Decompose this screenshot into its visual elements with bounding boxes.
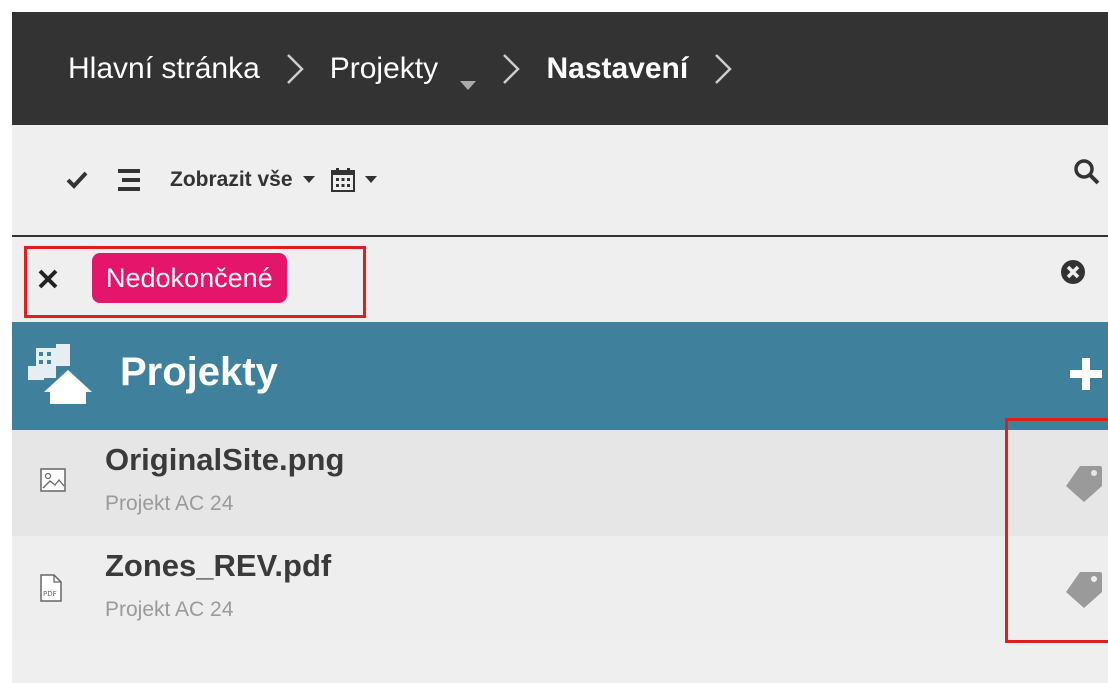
chevron-right-icon xyxy=(500,51,522,87)
projects-section-header: Projekty xyxy=(12,322,1108,430)
calendar-icon xyxy=(330,168,355,192)
breadcrumb-item-home[interactable]: Hlavní stránka xyxy=(68,52,260,86)
list-item[interactable]: PDF Zones_REV.pdf Projekt AC 24 xyxy=(12,536,1108,642)
search-icon xyxy=(1074,159,1100,185)
file-project: Projekt AC 24 xyxy=(105,598,234,621)
remove-filter-button[interactable] xyxy=(38,269,58,294)
tag-button[interactable] xyxy=(1064,570,1104,613)
file-project: Projekt AC 24 xyxy=(105,492,234,515)
pdf-file-icon: PDF xyxy=(40,574,62,607)
breadcrumb: Hlavní stránka Projekty Nastavení xyxy=(12,12,1108,125)
breadcrumb-item-projects-label: Projekty xyxy=(329,51,439,85)
checkmark-icon xyxy=(66,171,88,189)
show-all-label: Zobrazit vše xyxy=(170,168,293,191)
image-file-icon xyxy=(40,468,66,497)
clear-filters-button[interactable] xyxy=(1060,259,1086,290)
breadcrumb-item-projects[interactable]: Projekty xyxy=(329,51,477,90)
tag-icon xyxy=(1066,572,1102,608)
add-project-button[interactable] xyxy=(1068,356,1104,397)
app-window: Hlavní stránka Projekty Nastavení Zobraz… xyxy=(12,12,1108,683)
caret-down-icon xyxy=(364,176,377,183)
projects-icon xyxy=(26,342,102,411)
show-all-dropdown[interactable]: Zobrazit vše xyxy=(170,168,315,192)
breadcrumb-item-settings[interactable]: Nastavení xyxy=(546,52,688,86)
caret-down-icon xyxy=(460,65,477,90)
search-button[interactable] xyxy=(1074,159,1100,185)
select-button[interactable] xyxy=(66,171,88,189)
file-name[interactable]: OriginalSite.png xyxy=(105,442,344,478)
chevron-right-icon xyxy=(712,51,734,87)
file-name[interactable]: Zones_REV.pdf xyxy=(105,548,331,584)
list-view-button[interactable] xyxy=(118,169,144,191)
toolbar: Zobrazit vše xyxy=(12,125,1108,235)
active-filters-bar: Nedokončené xyxy=(12,235,1108,322)
caret-down-icon xyxy=(302,176,315,183)
filter-tag-incomplete[interactable]: Nedokončené xyxy=(92,253,287,303)
list-item[interactable]: OriginalSite.png Projekt AC 24 xyxy=(12,430,1108,536)
section-title: Projekty xyxy=(120,350,278,394)
calendar-dropdown[interactable] xyxy=(330,168,377,192)
close-icon xyxy=(38,269,58,289)
plus-icon xyxy=(1070,358,1102,390)
tag-button[interactable] xyxy=(1064,464,1104,507)
chevron-right-icon xyxy=(284,51,306,87)
svg-text:PDF: PDF xyxy=(43,590,57,598)
list-icon xyxy=(118,169,140,191)
circle-close-icon xyxy=(1061,260,1085,284)
tag-icon xyxy=(1066,466,1102,502)
